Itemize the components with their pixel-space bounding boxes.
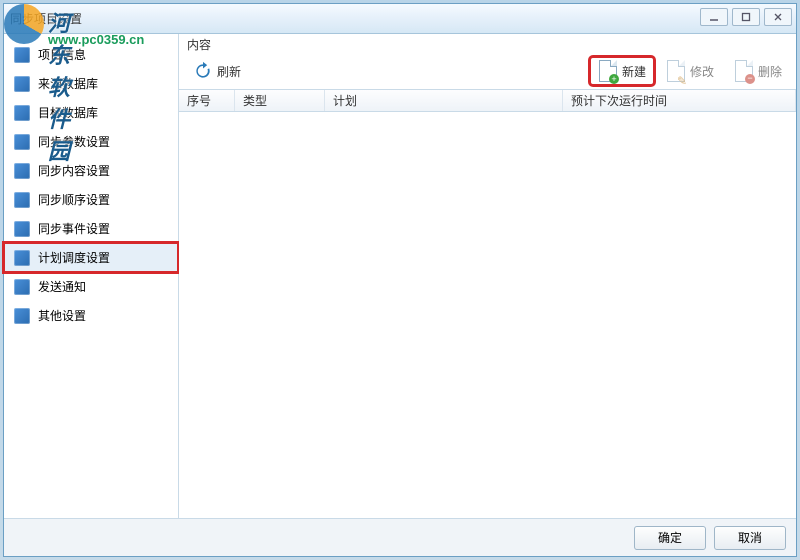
square-icon — [14, 163, 30, 179]
sidebar-item-notifications[interactable]: 发送通知 — [4, 272, 178, 301]
square-icon — [14, 134, 30, 150]
column-seq[interactable]: 序号 — [179, 90, 235, 111]
maximize-icon — [741, 12, 751, 22]
dialog-footer: 确定 取消 — [4, 518, 796, 556]
table-body[interactable] — [179, 112, 796, 518]
square-icon — [14, 221, 30, 237]
new-button[interactable]: + 新建 — [590, 57, 654, 85]
new-label: 新建 — [622, 63, 646, 80]
delete-label: 删除 — [758, 63, 782, 80]
delete-button[interactable]: − 删除 — [726, 57, 790, 85]
sidebar-item-label: 目标数据库 — [38, 104, 98, 121]
window-controls — [700, 8, 792, 26]
close-button[interactable] — [764, 8, 792, 26]
main-panel: 内容 刷新 + 新建 ✎ — [179, 34, 796, 518]
minimize-icon — [709, 12, 719, 22]
square-icon — [14, 308, 30, 324]
sidebar-item-project-info[interactable]: 项目信息 — [4, 40, 178, 69]
cancel-button[interactable]: 取消 — [714, 526, 786, 550]
square-icon — [14, 47, 30, 63]
panel-header: 内容 — [179, 34, 796, 53]
sidebar-item-sync-content[interactable]: 同步内容设置 — [4, 156, 178, 185]
toolbar: 刷新 + 新建 ✎ 修改 − — [179, 53, 796, 90]
sidebar-item-label: 同步顺序设置 — [38, 191, 110, 208]
table-header: 序号 类型 计划 预计下次运行时间 — [179, 90, 796, 112]
sidebar-item-label: 同步内容设置 — [38, 162, 110, 179]
sidebar-item-label: 其他设置 — [38, 307, 86, 324]
column-plan[interactable]: 计划 — [325, 90, 563, 111]
sidebar-item-label: 来源数据库 — [38, 75, 98, 92]
square-icon — [14, 192, 30, 208]
sidebar-item-label: 发送通知 — [38, 278, 86, 295]
refresh-icon — [193, 61, 213, 81]
ok-label: 确定 — [658, 529, 682, 546]
edit-button[interactable]: ✎ 修改 — [658, 57, 722, 85]
sidebar-item-sync-order[interactable]: 同步顺序设置 — [4, 185, 178, 214]
refresh-label: 刷新 — [217, 63, 241, 80]
column-type[interactable]: 类型 — [235, 90, 325, 111]
sidebar: 项目信息 来源数据库 目标数据库 同步参数设置 同步内容设置 同步顺序设置 — [4, 34, 179, 518]
square-icon — [14, 250, 30, 266]
refresh-button[interactable]: 刷新 — [185, 57, 249, 85]
square-icon — [14, 105, 30, 121]
edit-label: 修改 — [690, 63, 714, 80]
sidebar-item-label: 同步事件设置 — [38, 220, 110, 237]
maximize-button[interactable] — [732, 8, 760, 26]
sidebar-item-schedule[interactable]: 计划调度设置 — [4, 243, 178, 272]
window-title: 同步项目设置 — [10, 10, 82, 27]
sidebar-item-target-db[interactable]: 目标数据库 — [4, 98, 178, 127]
edit-file-icon: ✎ — [666, 61, 686, 81]
settings-dialog: 同步项目设置 项目信息 来源数据库 目标数据 — [3, 3, 797, 557]
minimize-button[interactable] — [700, 8, 728, 26]
sidebar-item-label: 计划调度设置 — [38, 249, 110, 266]
sidebar-item-other[interactable]: 其他设置 — [4, 301, 178, 330]
ok-button[interactable]: 确定 — [634, 526, 706, 550]
square-icon — [14, 76, 30, 92]
sidebar-item-label: 同步参数设置 — [38, 133, 110, 150]
close-icon — [773, 12, 783, 22]
sidebar-item-sync-params[interactable]: 同步参数设置 — [4, 127, 178, 156]
column-next-run[interactable]: 预计下次运行时间 — [563, 90, 796, 111]
sidebar-item-sync-events[interactable]: 同步事件设置 — [4, 214, 178, 243]
titlebar[interactable]: 同步项目设置 — [4, 4, 796, 34]
cancel-label: 取消 — [738, 529, 762, 546]
delete-file-icon: − — [734, 61, 754, 81]
sidebar-item-source-db[interactable]: 来源数据库 — [4, 69, 178, 98]
new-file-icon: + — [598, 61, 618, 81]
content-area: 项目信息 来源数据库 目标数据库 同步参数设置 同步内容设置 同步顺序设置 — [4, 34, 796, 518]
square-icon — [14, 279, 30, 295]
sidebar-item-label: 项目信息 — [38, 46, 86, 63]
